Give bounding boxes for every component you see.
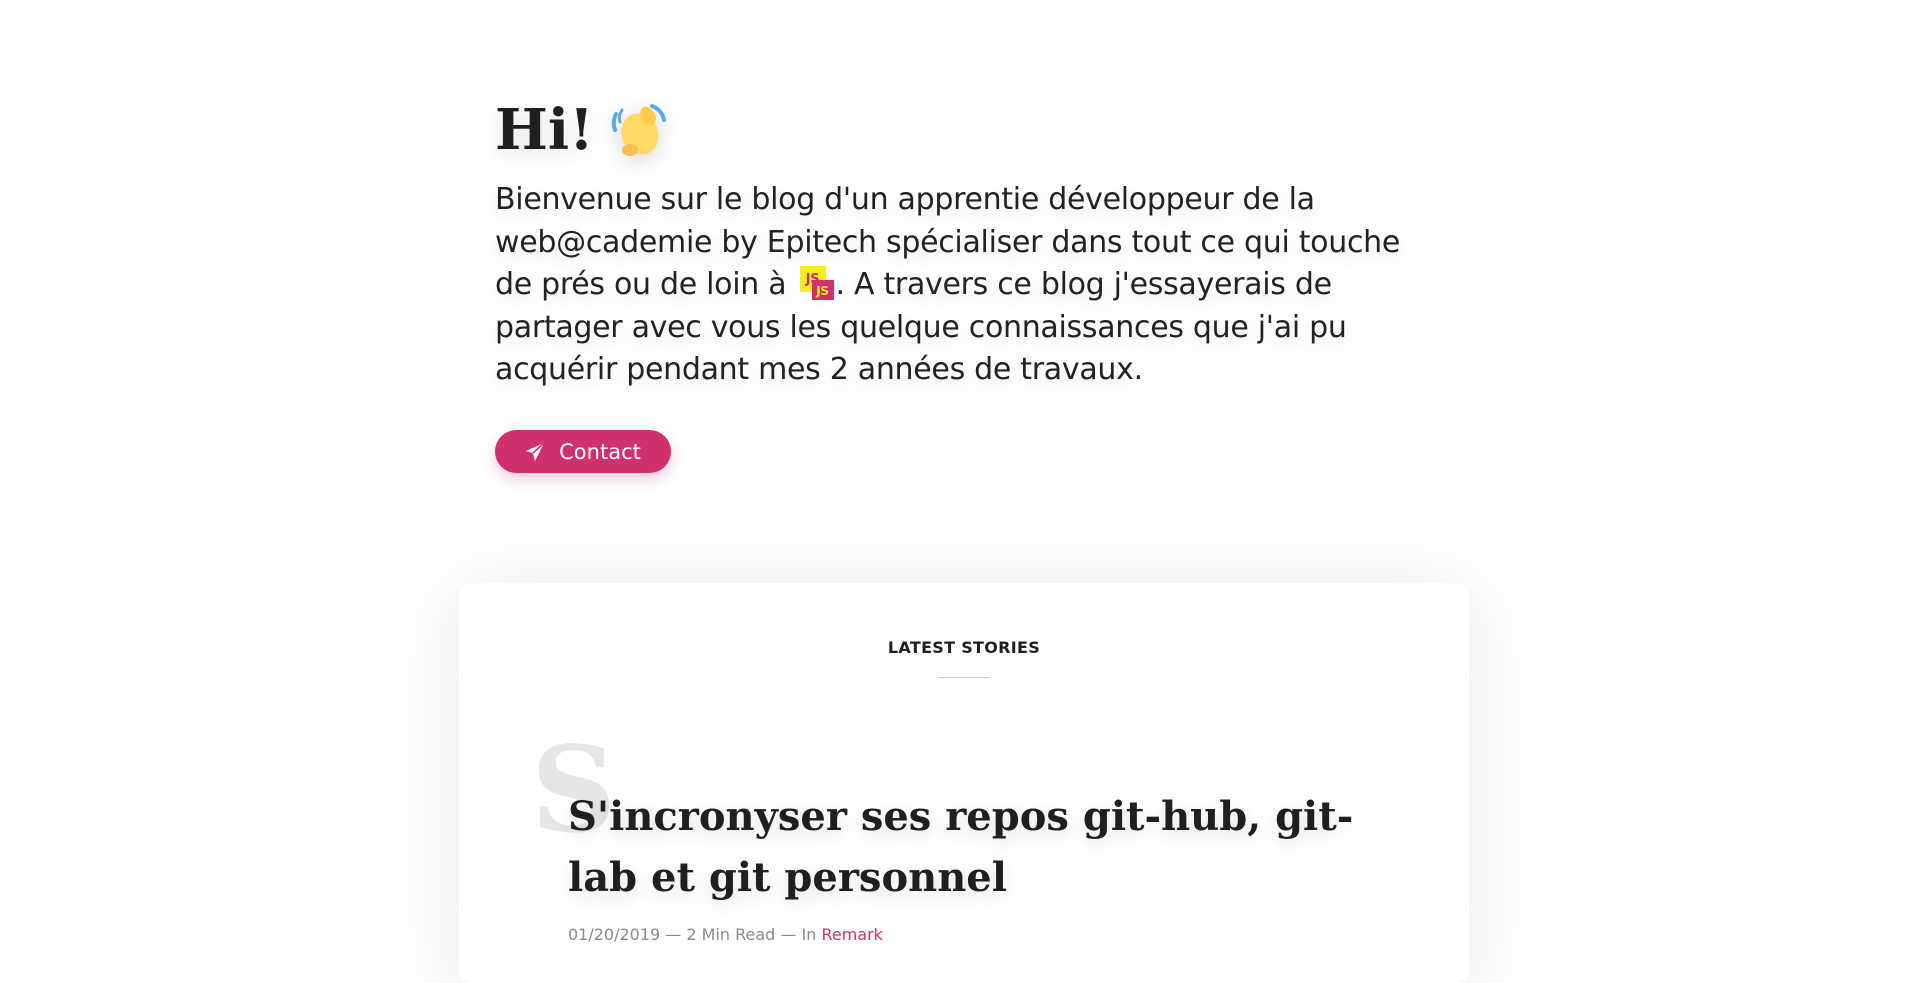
post-meta: 01/20/2019 — 2 Min Read — In Remark [568,925,883,944]
post-read-time: 2 Min Read [686,925,776,944]
greeting: Hi! [495,97,594,163]
post-category-link[interactable]: Remark [821,925,882,944]
intro-paragraph: Bienvenue sur le blog d'un apprentie dév… [495,179,1435,392]
meta-separator: — In [775,925,822,944]
contact-button[interactable]: Contact [495,430,671,473]
waving-hand-icon [608,100,668,160]
paper-plane-icon [525,441,545,462]
section-divider [939,677,989,678]
js-badge-back: JS [811,280,834,300]
post-date: 01/20/2019 [568,925,661,944]
hero-section: Hi! Bienvenue sur le blog d'un apprentie… [495,95,1435,392]
page-title: Hi! [495,95,1435,165]
meta-separator: — [660,925,687,944]
post-title-link[interactable]: S'incronyser ses repos git-hub, git-lab … [568,786,1388,908]
javascript-icon: JSJS [799,266,834,302]
section-title: LATEST STORIES [887,638,1041,657]
contact-button-label: Contact [559,439,641,464]
latest-stories-card: LATEST STORIES S S'incronyser ses repos … [459,583,1469,983]
